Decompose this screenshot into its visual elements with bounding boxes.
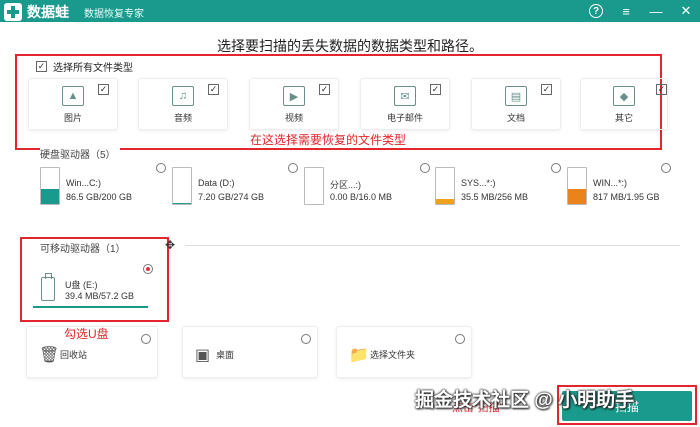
location-label: 回收站 bbox=[60, 350, 88, 360]
image-icon: ▲ bbox=[62, 86, 84, 106]
email-icon: ✉ bbox=[394, 86, 416, 106]
removable-label: 可移动驱动器（1） bbox=[40, 240, 130, 255]
location-label: 选择文件夹 bbox=[370, 350, 416, 360]
page-heading: 选择要扫描的丢失数据的数据类型和路径。 bbox=[217, 38, 483, 54]
drive-size: 817 MB/1.95 GB bbox=[593, 192, 660, 202]
drive-size: 0.00 B/16.0 MB bbox=[330, 192, 393, 202]
other-icon: ◆ bbox=[613, 86, 635, 106]
app-subtitle: 数据恢复专家 bbox=[84, 9, 144, 20]
drive-item-win[interactable]: WIN...*:) 817 MB/1.95 GB bbox=[561, 163, 686, 207]
type-card-image[interactable]: ▲ ✓ 图片 bbox=[28, 78, 118, 130]
location-card-desktop[interactable]: ▣ 桌面 bbox=[182, 326, 318, 378]
document-icon: ▤ bbox=[505, 86, 527, 106]
drive-item-partition[interactable]: 分区...:) 0.00 B/16.0 MB bbox=[298, 163, 430, 207]
type-checkbox-image[interactable]: ✓ bbox=[98, 84, 109, 95]
recycle-bin-icon: 🗑 bbox=[39, 347, 60, 364]
type-card-document[interactable]: ▤ ✓ 文档 bbox=[471, 78, 561, 130]
drive-icon bbox=[172, 167, 192, 205]
location-card-recycle-bin[interactable]: 🗑 回收站 bbox=[26, 326, 158, 378]
drive-size: 35.5 MB/256 MB bbox=[461, 192, 529, 202]
menu-icon[interactable]: ≡ bbox=[618, 2, 634, 20]
folder-icon: 📁 bbox=[349, 347, 369, 364]
desktop-icon: ▣ bbox=[195, 347, 211, 364]
select-all-label: 选择所有文件类型 bbox=[53, 63, 133, 74]
app-name: 数据蛙 bbox=[27, 4, 69, 20]
file-types-annotation: 在这选择需要恢复的文件类型 bbox=[250, 133, 407, 147]
location-radio-folder[interactable] bbox=[455, 334, 465, 344]
type-card-audio[interactable]: ♫ ✓ 音频 bbox=[138, 78, 228, 130]
drive-radio-c[interactable] bbox=[156, 163, 166, 173]
location-radio-desktop[interactable] bbox=[301, 334, 311, 344]
drive-item-d[interactable]: Data (D:) 7.20 GB/274 GB bbox=[166, 163, 298, 207]
music-icon: ♫ bbox=[172, 86, 194, 106]
drive-size: 7.20 GB/274 GB bbox=[198, 192, 265, 202]
type-checkbox-document[interactable]: ✓ bbox=[541, 84, 552, 95]
drive-name: SYS...*:) bbox=[461, 178, 496, 188]
move-cursor-icon: ✥ bbox=[165, 238, 176, 252]
drive-icon bbox=[567, 167, 587, 205]
type-label: 音频 bbox=[173, 113, 192, 123]
type-checkbox-other[interactable]: ✓ bbox=[656, 84, 667, 95]
location-radio-recycle-bin[interactable] bbox=[141, 334, 151, 344]
usb-radio[interactable] bbox=[143, 264, 153, 274]
type-label: 图片 bbox=[63, 113, 82, 123]
usb-size: 39.4 MB/57.2 GB bbox=[65, 291, 135, 301]
drive-radio-sys[interactable] bbox=[551, 163, 561, 173]
divider bbox=[185, 245, 680, 246]
type-card-email[interactable]: ✉ ✓ 电子邮件 bbox=[360, 78, 450, 130]
drive-name: Data (D:) bbox=[198, 178, 235, 188]
select-all-checkbox[interactable]: ✓ bbox=[36, 61, 47, 72]
video-icon: ▶ bbox=[283, 86, 305, 106]
drive-item-sys[interactable]: SYS...*:) 35.5 MB/256 MB bbox=[429, 163, 561, 207]
type-checkbox-video[interactable]: ✓ bbox=[319, 84, 330, 95]
location-card-folder[interactable]: 📁 选择文件夹 bbox=[336, 326, 472, 378]
drive-icon bbox=[304, 167, 324, 205]
usb-name: U盘 (E:) bbox=[65, 280, 98, 290]
minimize-icon[interactable]: — bbox=[648, 2, 664, 20]
select-all-types[interactable]: ✓ 选择所有文件类型 bbox=[36, 59, 133, 74]
watermark: 掘金技术社区 @ 小明助手 bbox=[415, 390, 635, 411]
drive-name: WIN...*:) bbox=[593, 178, 627, 188]
hard-drives-label: 硬盘驱动器（5） bbox=[40, 146, 120, 161]
file-type-grid: ▲ ✓ 图片 ♫ ✓ 音频 ▶ ✓ 视频 ✉ ✓ 电子邮件 ▤ ✓ 文档 ◆ ✓… bbox=[28, 78, 668, 130]
app-logo: 数据蛙 bbox=[4, 2, 69, 22]
help-icon[interactable]: ? bbox=[588, 2, 604, 20]
drive-radio-win[interactable] bbox=[661, 163, 671, 173]
drive-item-c[interactable]: Win...C:) 86.5 GB/200 GB bbox=[34, 163, 166, 207]
usb-drive-item[interactable]: U盘 (E:) 39.4 MB/57.2 GB bbox=[33, 273, 148, 308]
usb-drive-icon bbox=[41, 273, 55, 301]
type-label: 电子邮件 bbox=[386, 113, 423, 123]
type-label: 文档 bbox=[506, 113, 525, 123]
plus-logo-icon bbox=[4, 3, 22, 21]
drive-name: Win...C:) bbox=[66, 178, 101, 188]
type-label: 其它 bbox=[614, 113, 633, 123]
location-label: 桌面 bbox=[216, 350, 235, 360]
drive-radio-d[interactable] bbox=[288, 163, 298, 173]
title-bar: 数据蛙 数据恢复专家 ? ≡ — ✕ bbox=[0, 0, 700, 22]
type-checkbox-audio[interactable]: ✓ bbox=[208, 84, 219, 95]
type-label: 视频 bbox=[284, 113, 303, 123]
type-card-other[interactable]: ◆ ✓ 其它 bbox=[580, 78, 668, 130]
type-card-video[interactable]: ▶ ✓ 视频 bbox=[249, 78, 339, 130]
close-icon[interactable]: ✕ bbox=[678, 2, 694, 20]
type-checkbox-email[interactable]: ✓ bbox=[430, 84, 441, 95]
drive-icon bbox=[435, 167, 455, 205]
drive-size: 86.5 GB/200 GB bbox=[66, 192, 133, 202]
drive-name: 分区...:) bbox=[330, 180, 361, 190]
drive-icon bbox=[40, 167, 60, 205]
